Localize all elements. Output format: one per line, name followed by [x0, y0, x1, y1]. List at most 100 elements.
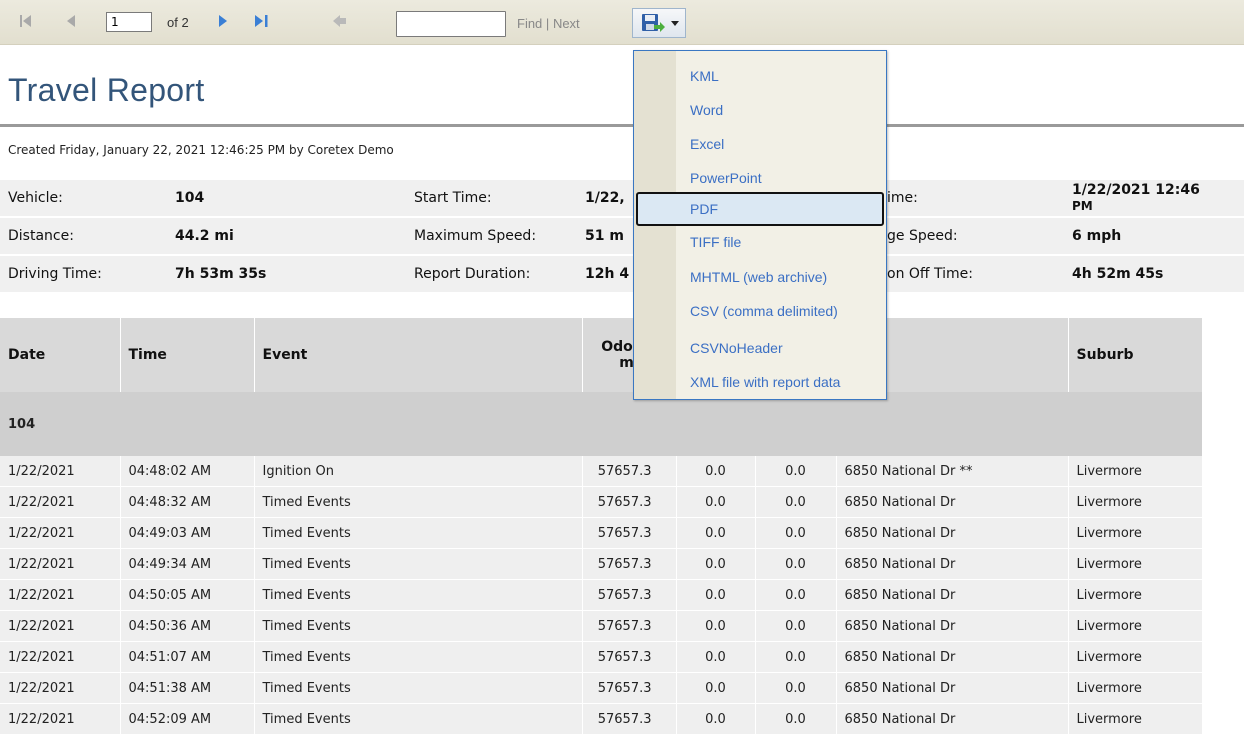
- find-text-input[interactable]: [396, 11, 506, 37]
- cell-odometer: 57657.3: [582, 486, 677, 518]
- find-link[interactable]: Find: [517, 16, 542, 31]
- cell-odometer: 57657.3: [582, 703, 677, 735]
- next-link[interactable]: Next: [553, 16, 580, 31]
- table-header-row: Date Time Event Odome mi et Suburb: [0, 318, 1203, 392]
- find-separator: |: [545, 16, 550, 31]
- export-option-excel[interactable]: Excel: [636, 129, 884, 163]
- summary-value: 104: [175, 190, 205, 206]
- cell-speed-limit: 0.0: [755, 486, 837, 518]
- cell-speed-limit: 0.0: [755, 456, 837, 487]
- summary-value: 1/22/2021 12:46: [1072, 182, 1200, 198]
- cell-date: 1/22/2021: [0, 641, 121, 673]
- cell-speed: 0.0: [676, 703, 756, 735]
- cell-event: Timed Events: [254, 548, 583, 580]
- report-toolbar: of 2 Find | Next: [0, 0, 1244, 45]
- cell-suburb: Livermore: [1068, 579, 1203, 611]
- cell-time: 04:48:02 AM: [120, 456, 255, 487]
- cell-suburb: Livermore: [1068, 456, 1203, 487]
- summary-value: PM: [1072, 199, 1093, 213]
- first-page-icon[interactable]: [18, 13, 34, 29]
- export-option-word[interactable]: Word: [636, 95, 884, 129]
- created-info: Created Friday, January 22, 2021 12:46:2…: [8, 143, 394, 157]
- previous-page-icon[interactable]: [64, 13, 78, 29]
- table-row: 1/22/2021 04:50:05 AM Timed Events 57657.3 0…: [0, 579, 1203, 611]
- table-row: 1/22/2021 04:50:36 AM Timed Events 57657.3 0…: [0, 610, 1203, 642]
- cell-time: 04:51:38 AM: [120, 672, 255, 704]
- table-row: 1/22/2021 04:51:07 AM Timed Events 57657.3 0…: [0, 641, 1203, 673]
- table-row: 1/22/2021 04:52:09 AM Timed Events 57657.3 0…: [0, 703, 1203, 735]
- cell-street: 6850 National Dr: [836, 548, 1069, 580]
- export-option-pdf[interactable]: PDF: [636, 192, 884, 226]
- cell-event: Timed Events: [254, 486, 583, 518]
- cell-speed: 0.0: [676, 579, 756, 611]
- cell-speed: 0.0: [676, 548, 756, 580]
- summary-label: ge Speed:: [887, 228, 958, 244]
- cell-event: Timed Events: [254, 641, 583, 673]
- cell-speed-limit: 0.0: [755, 703, 837, 735]
- export-option-csv-comma-delimited[interactable]: CSV (comma delimited): [636, 296, 884, 330]
- cell-speed: 0.0: [676, 610, 756, 642]
- vehicle-group-label: 104: [0, 392, 1202, 456]
- cell-event: Timed Events: [254, 610, 583, 642]
- table-row: 1/22/2021 04:48:32 AM Timed Events 57657.3 0…: [0, 486, 1203, 518]
- cell-time: 04:48:32 AM: [120, 486, 255, 518]
- page-number-input[interactable]: [106, 12, 152, 32]
- next-page-icon[interactable]: [216, 13, 230, 29]
- cell-street: 6850 National Dr: [836, 610, 1069, 642]
- find-next-links: Find | Next: [517, 16, 580, 31]
- summary-row: Distance: 44.2 mi Maximum Speed: 51 m ge…: [0, 218, 1244, 256]
- cell-event: Timed Events: [254, 672, 583, 704]
- cell-speed-limit: 0.0: [755, 641, 837, 673]
- summary-value: 51 m: [585, 228, 624, 244]
- last-page-icon[interactable]: [253, 13, 271, 29]
- cell-street: 6850 National Dr: [836, 579, 1069, 611]
- cell-speed: 0.0: [676, 641, 756, 673]
- cell-speed-limit: 0.0: [755, 548, 837, 580]
- export-option-tiff-file[interactable]: TIFF file: [636, 227, 884, 261]
- back-to-parent-icon[interactable]: [332, 14, 348, 28]
- export-option-mhtml-web-archive[interactable]: MHTML (web archive): [636, 262, 884, 296]
- chevron-down-icon: [671, 21, 679, 27]
- cell-event: Timed Events: [254, 579, 583, 611]
- cell-suburb: Livermore: [1068, 641, 1203, 673]
- export-format-menu: KML Word Excel PowerPoint PDF TIFF file MHTML …: [633, 50, 887, 400]
- title-divider: [0, 124, 1244, 127]
- cell-odometer: 57657.3: [582, 610, 677, 642]
- page-count-text: of 2: [167, 15, 189, 30]
- table-row: 1/22/2021 04:49:03 AM Timed Events 57657.3 0…: [0, 517, 1203, 549]
- cell-date: 1/22/2021: [0, 610, 121, 642]
- cell-odometer: 57657.3: [582, 641, 677, 673]
- cell-speed: 0.0: [676, 672, 756, 704]
- summary-label: Start Time:: [414, 190, 492, 206]
- summary-value: 7h 53m 35s: [175, 266, 267, 282]
- report-title: Travel Report: [8, 72, 205, 108]
- cell-speed-limit: 0.0: [755, 610, 837, 642]
- summary-grid: Vehicle: 104 Start Time: 1/22, ime: 1/22…: [0, 180, 1244, 294]
- cell-speed-limit: 0.0: [755, 579, 837, 611]
- summary-value: 44.2 mi: [175, 228, 234, 244]
- export-option-kml[interactable]: KML: [636, 61, 884, 95]
- cell-street: 6850 National Dr **: [836, 456, 1069, 487]
- summary-row: Driving Time: 7h 53m 35s Report Duration…: [0, 256, 1244, 294]
- cell-date: 1/22/2021: [0, 456, 121, 487]
- cell-time: 04:50:36 AM: [120, 610, 255, 642]
- summary-label: on Off Time:: [887, 266, 973, 282]
- cell-date: 1/22/2021: [0, 517, 121, 549]
- export-button[interactable]: [632, 8, 686, 38]
- cell-odometer: 57657.3: [582, 672, 677, 704]
- col-header-date: Date: [0, 318, 121, 392]
- cell-speed-limit: 0.0: [755, 517, 837, 549]
- summary-label: ime:: [887, 190, 918, 206]
- cell-suburb: Livermore: [1068, 610, 1203, 642]
- summary-label: Driving Time:: [8, 266, 102, 282]
- travel-table: Date Time Event Odome mi et Suburb 104 1…: [0, 318, 1203, 735]
- cell-odometer: 57657.3: [582, 548, 677, 580]
- table-row: 1/22/2021 04:48:02 AM Ignition On 57657.3 0.…: [0, 456, 1203, 487]
- cell-date: 1/22/2021: [0, 703, 121, 735]
- summary-value: 6 mph: [1072, 228, 1122, 244]
- col-header-event: Event: [254, 318, 583, 392]
- export-option-csvnoheader[interactable]: CSVNoHeader: [636, 333, 884, 367]
- cell-event: Timed Events: [254, 703, 583, 735]
- cell-street: 6850 National Dr: [836, 486, 1069, 518]
- export-option-xml-file-with-report-data[interactable]: XML file with report data: [636, 367, 884, 401]
